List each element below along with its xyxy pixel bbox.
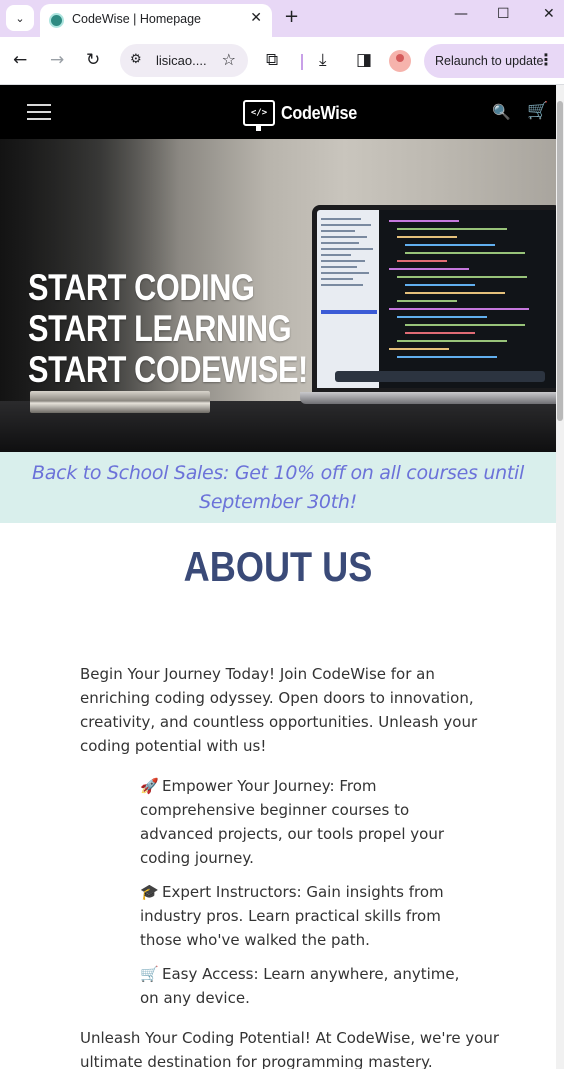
feature-item: 🛒 Easy Access: Learn anywhere, anytime, o… <box>140 962 480 1010</box>
bookmark-star-icon[interactable]: ☆ <box>222 50 236 69</box>
site-info-icon[interactable]: ⚙ <box>130 52 142 67</box>
search-icon[interactable]: 🔍 <box>492 103 511 121</box>
browser-tab-strip: ⌄ CodeWise | Homepage ✕ + — ☐ ✕ <box>0 0 564 37</box>
feature-item: 🚀 Empower Your Journey: From comprehensiv… <box>140 774 480 870</box>
monitor-code-icon: </> <box>243 100 275 131</box>
hero-banner: START CODING START LEARNING START CODEWI… <box>0 139 556 452</box>
page-scrollbar[interactable] <box>556 85 564 1069</box>
feature-list: 🚀 Empower Your Journey: From comprehensiv… <box>140 774 480 1020</box>
cart-icon[interactable]: 🛒 <box>527 101 548 121</box>
feature-item: 🎓 Expert Instructors: Gain insights from … <box>140 880 480 952</box>
browser-toolbar: ← → ↻ ⚙ lisicao.... ☆ ⧉ ⤓ ◨ Relaunch to … <box>0 37 564 85</box>
site-favicon-icon <box>49 13 64 28</box>
extensions-puzzle-icon[interactable]: ⧉ <box>266 50 278 70</box>
site-navbar: </> CodeWise 🔍 🛒 <box>0 85 556 139</box>
hero-line: START LEARNING <box>28 308 292 349</box>
feature-text: Easy Access: Learn anywhere, anytime, on… <box>140 965 460 1007</box>
side-panel-icon[interactable]: ◨ <box>356 50 372 70</box>
browser-menu-icon[interactable]: ⋮ <box>538 50 554 69</box>
maximize-window-icon[interactable]: ☐ <box>497 6 510 22</box>
sale-banner-text[interactable]: Back to School Sales: Get 10% off on all… <box>8 459 548 517</box>
rocket-icon: 🚀 <box>140 777 159 795</box>
tab-search-button[interactable]: ⌄ <box>6 5 34 31</box>
about-intro-text: Begin Your Journey Today! Join CodeWise … <box>80 665 478 755</box>
graduation-cap-icon: 🎓 <box>140 883 159 901</box>
toolbar-divider <box>301 54 303 70</box>
relaunch-label: Relaunch to update <box>435 54 544 68</box>
hamburger-menu-icon[interactable] <box>27 102 51 122</box>
browser-tab-active[interactable]: CodeWise | Homepage ✕ <box>40 4 272 37</box>
address-bar-url[interactable]: lisicao.... <box>156 53 207 68</box>
profile-avatar[interactable] <box>389 50 411 72</box>
scrollbar-thumb[interactable] <box>557 101 563 421</box>
new-tab-button[interactable]: + <box>284 6 299 27</box>
hero-headline: START CODING START LEARNING START CODEWI… <box>28 267 365 390</box>
hero-line: START CODING <box>28 267 255 308</box>
about-outro-text: Unleash Your Coding Potential! At CodeWi… <box>80 1029 500 1069</box>
about-us-heading: ABOUT US <box>183 543 373 590</box>
hero-line: START CODEWISE! <box>28 349 308 390</box>
site-logo[interactable]: </> CodeWise <box>243 97 365 131</box>
hero-books <box>30 391 210 413</box>
shopping-cart-icon: 🛒 <box>140 965 159 983</box>
brand-name: CodeWise <box>281 102 358 123</box>
chevron-down-icon: ⌄ <box>15 11 25 25</box>
page-viewport: </> CodeWise 🔍 🛒 START CODING START LEAR… <box>0 85 556 1069</box>
forward-arrow-icon[interactable]: → <box>50 50 64 70</box>
download-icon[interactable]: ⤓ <box>319 50 327 70</box>
tab-title: CodeWise | Homepage <box>72 12 202 26</box>
close-window-icon[interactable]: ✕ <box>543 6 555 22</box>
minimize-window-icon[interactable]: — <box>454 6 468 22</box>
close-tab-icon[interactable]: ✕ <box>250 10 262 26</box>
back-arrow-icon[interactable]: ← <box>13 50 27 70</box>
feature-text: Empower Your Journey: From comprehensive… <box>140 777 445 867</box>
feature-text: Expert Instructors: Gain insights from i… <box>140 883 444 949</box>
sale-banner[interactable]: Back to School Sales: Get 10% off on all… <box>0 452 556 523</box>
address-bar[interactable]: ⚙ lisicao.... ☆ <box>120 44 248 77</box>
relaunch-to-update-button[interactable]: Relaunch to update ⋮ <box>424 44 564 78</box>
reload-icon[interactable]: ↻ <box>86 50 100 70</box>
